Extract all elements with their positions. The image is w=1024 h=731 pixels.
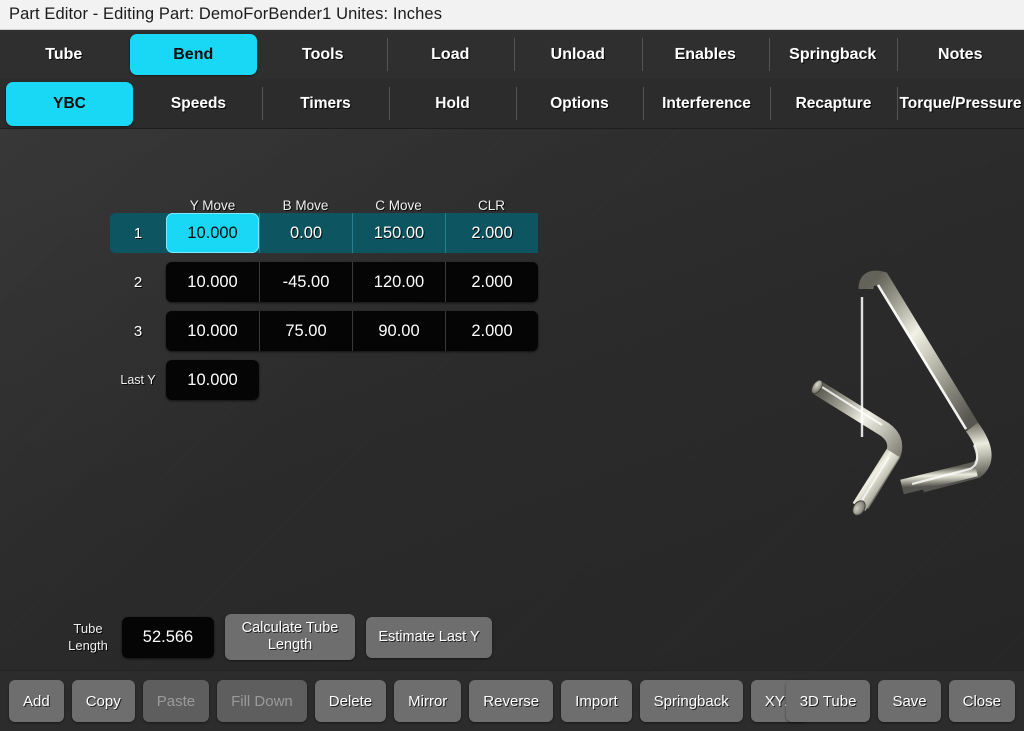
3d-tube-button[interactable]: 3D Tube [785, 680, 871, 722]
last-y-input[interactable]: 10.000 [166, 360, 259, 400]
tube-length-label: Tube Length [60, 620, 116, 654]
tube-length-value[interactable]: 52.566 [122, 616, 214, 658]
add-button[interactable]: Add [9, 680, 64, 722]
window-title: Part Editor - Editing Part: DemoForBende… [9, 5, 443, 23]
cell-clr[interactable]: 2.000 [445, 213, 538, 253]
tab-label: Load [431, 45, 470, 63]
part-editor-window: Part Editor - Editing Part: DemoForBende… [0, 0, 1024, 731]
calculate-label-line1: Calculate Tube [241, 620, 339, 636]
row-number: 3 [133, 322, 143, 340]
fill-down-button: Fill Down [217, 680, 307, 722]
tab-recapture[interactable]: Recapture [770, 79, 897, 128]
tab-enables[interactable]: Enables [641, 30, 770, 79]
table-row[interactable]: 1 10.000 0.00 150.00 2.000 [110, 213, 538, 253]
delete-button[interactable]: Delete [314, 680, 387, 722]
cell-y-move[interactable]: 10.000 [166, 311, 259, 351]
tab-label: Tube [45, 45, 83, 63]
cell-clr[interactable]: 2.000 [445, 262, 538, 302]
cell-y-move[interactable]: 10.000 [166, 262, 259, 302]
tube-highlight-diagonal [876, 284, 968, 430]
row-cells: 10.000 75.00 90.00 2.000 [166, 311, 538, 351]
grid-column-headers: Y Move B Move C Move CLR [166, 189, 538, 213]
tab-options[interactable]: Options [516, 79, 643, 128]
mirror-button[interactable]: Mirror [394, 680, 462, 722]
tab-torque-pressure[interactable]: Torque/Pressure [897, 79, 1024, 128]
editor-viewport: Y Move B Move C Move CLR 1 10.000 0.00 150.00 2… [0, 129, 1024, 670]
tab-ybc[interactable]: YBC [6, 82, 133, 126]
row-cells: 10.000 0.00 150.00 2.000 [166, 213, 538, 253]
tab-label: Interference [662, 94, 751, 112]
springback-button[interactable]: Springback [639, 680, 743, 722]
paste-button: Paste [142, 680, 210, 722]
save-button[interactable]: Save [878, 680, 941, 722]
tab-interference[interactable]: Interference [643, 79, 770, 128]
cell-clr[interactable]: 2.000 [445, 311, 538, 351]
column-header-y-move: Y Move [189, 198, 236, 213]
tab-label: Unload [550, 45, 605, 63]
tab-label: Enables [674, 45, 736, 63]
ybc-grid: Y Move B Move C Move CLR 1 10.000 0.00 150.00 2… [110, 189, 538, 400]
toolbar-right-group: 3D Tube Save Close [785, 680, 1015, 722]
tab-label: Springback [789, 45, 877, 63]
title-bar: Part Editor - Editing Part: DemoForBende… [0, 0, 1024, 30]
copy-button[interactable]: Copy [71, 680, 135, 722]
last-y-label: Last Y [120, 373, 156, 387]
cell-b-move[interactable]: 0.00 [259, 213, 352, 253]
cell-y-move[interactable]: 10.000 [166, 213, 259, 253]
tab-bend[interactable]: Bend [129, 34, 257, 75]
column-header-c-move: C Move [375, 198, 422, 213]
row-number: 2 [133, 273, 143, 291]
cell-c-move[interactable]: 150.00 [352, 213, 445, 253]
close-button[interactable]: Close [948, 680, 1015, 722]
bent-tube-3d-preview [762, 257, 1024, 523]
secondary-tab-bar: YBC Speeds Timers Hold Options Interference Re… [0, 79, 1024, 129]
column-header-b-move: B Move [282, 198, 329, 213]
import-button[interactable]: Import [561, 680, 632, 722]
tab-label: Bend [173, 45, 214, 63]
column-header-clr: CLR [477, 198, 505, 213]
tab-label: Options [550, 94, 609, 112]
tab-notes[interactable]: Notes [896, 30, 1024, 79]
estimate-last-y-button[interactable]: Estimate Last Y [366, 616, 492, 658]
tube-length-label-line2: Length [68, 638, 108, 653]
last-y-row: Last Y 10.000 [110, 360, 538, 400]
cell-c-move[interactable]: 120.00 [352, 262, 445, 302]
tab-label: Torque/Pressure [899, 94, 1022, 112]
calculate-tube-length-button[interactable]: Calculate Tube Length [225, 614, 355, 660]
tab-unload[interactable]: Unload [514, 30, 642, 79]
cell-b-move[interactable]: 75.00 [259, 311, 352, 351]
tube-svg [811, 270, 992, 516]
tab-tube[interactable]: Tube [0, 30, 128, 79]
table-row[interactable]: 2 10.000 -45.00 120.00 2.000 [110, 262, 538, 302]
tube-segment-front-leg [814, 381, 903, 509]
tab-hold[interactable]: Hold [389, 79, 516, 128]
cell-c-move[interactable]: 90.00 [352, 311, 445, 351]
tab-springback[interactable]: Springback [769, 30, 897, 79]
tab-load[interactable]: Load [386, 30, 515, 79]
calculate-label-line2: Length [267, 637, 313, 653]
grid-rows: 1 10.000 0.00 150.00 2.000 2 10.000 -45.00 120.0… [110, 213, 538, 351]
row-cells: 10.000 -45.00 120.00 2.000 [166, 262, 538, 302]
tube-length-controls: Tube Length 52.566 Calculate Tube Length… [60, 614, 492, 660]
row-number: 1 [133, 224, 143, 242]
primary-tab-bar: Tube Bend Tools Load Unload Enables Springback… [0, 30, 1024, 79]
tab-label: Tools [302, 45, 344, 63]
tab-label: Hold [435, 94, 470, 112]
tube-length-label-line1: Tube [73, 621, 103, 636]
tab-label: Recapture [795, 94, 872, 112]
bottom-toolbar: Add Copy Paste Fill Down Delete Mirror Reverse… [0, 670, 1024, 731]
reverse-button[interactable]: Reverse [469, 680, 554, 722]
tab-timers[interactable]: Timers [262, 79, 389, 128]
tab-label: Timers [300, 94, 351, 112]
tab-tools[interactable]: Tools [259, 30, 387, 79]
tab-speeds[interactable]: Speeds [135, 79, 262, 128]
tab-label: Notes [938, 45, 983, 63]
cell-b-move[interactable]: -45.00 [259, 262, 352, 302]
tab-label: YBC [53, 95, 86, 112]
table-row[interactable]: 3 10.000 75.00 90.00 2.000 [110, 311, 538, 351]
toolbar-left-group: Add Copy Paste Fill Down Delete Mirror Reverse… [9, 680, 808, 722]
tab-label: Speeds [170, 94, 227, 112]
